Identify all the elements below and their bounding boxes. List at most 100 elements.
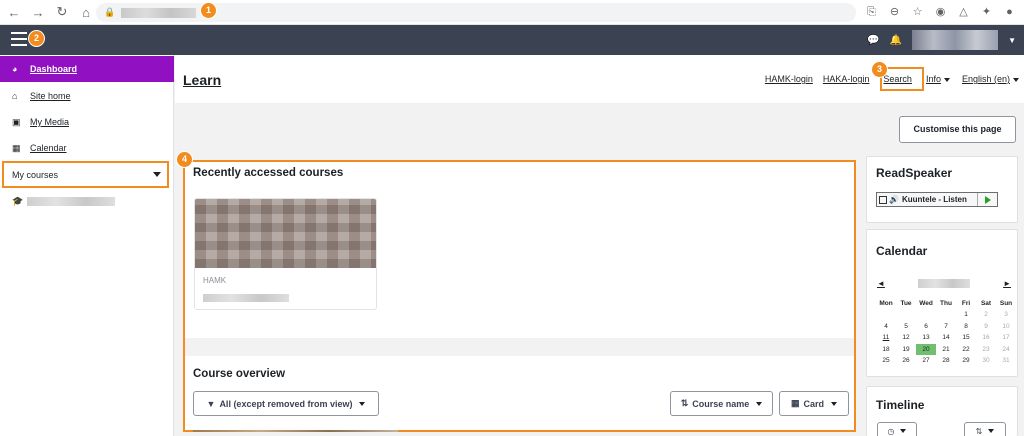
calendar-day-today[interactable]: 20 [916, 343, 936, 355]
course-category: HAMK [203, 276, 227, 285]
info-link[interactable]: Info [926, 74, 941, 84]
user-menu-redacted[interactable] [912, 30, 999, 50]
course-name-redacted[interactable] [203, 294, 289, 302]
calendar-day[interactable]: 23 [976, 344, 996, 356]
info-menu[interactable]: Info [926, 74, 950, 84]
page-title[interactable]: Learn [183, 72, 221, 88]
hamburger-menu-icon[interactable] [11, 32, 27, 46]
play-button[interactable] [977, 193, 997, 206]
calendar-day[interactable]: 17 [996, 332, 1016, 344]
sort-dropdown[interactable]: ⇅ Course name [670, 391, 773, 416]
weekday-header: Tue [900, 300, 912, 307]
course-image [195, 199, 376, 268]
extension-icon[interactable]: ◉ [932, 4, 949, 21]
bookmark-star-icon[interactable]: ☆ [909, 4, 926, 21]
calendar-day[interactable]: 25 [876, 355, 896, 367]
caret-down-icon [900, 429, 907, 433]
calendar-day[interactable]: 28 [936, 355, 956, 367]
drawer-item-dashboard[interactable]: ◕ Dashboard [0, 56, 174, 82]
calendar-day[interactable]: 22 [956, 344, 976, 356]
calendar-day[interactable]: 30 [976, 355, 996, 367]
stop-icon [879, 195, 887, 204]
calendar-day[interactable]: 10 [996, 321, 1016, 333]
zoom-icon[interactable]: ⊖ [886, 4, 903, 21]
next-month-button[interactable]: ► [1003, 279, 1011, 288]
drawer-item-label: Dashboard [30, 64, 78, 74]
timeline-sort-dropdown[interactable]: ⇅ [964, 422, 1006, 436]
calendar-day[interactable]: 7 [936, 321, 956, 333]
bell-icon[interactable]: 🔔 [890, 35, 902, 46]
calendar-day[interactable]: 3 [996, 309, 1016, 321]
message-icon[interactable]: 💬 [867, 35, 879, 46]
calendar-day[interactable]: 9 [976, 321, 996, 333]
calendar-day[interactable]: 26 [896, 355, 916, 367]
top-navbar: 💬 🔔 ▼ [0, 25, 1024, 55]
haka-login-link[interactable]: HAKA-login [823, 74, 870, 84]
readspeaker-title: ReadSpeaker [876, 166, 953, 180]
calendar-day [876, 309, 896, 321]
calendar-day[interactable]: 18 [876, 344, 896, 356]
calendar-day [916, 309, 936, 321]
calendar-icon: ▦ [12, 142, 21, 153]
prev-month-button[interactable]: ◄ [877, 279, 885, 288]
calendar-day[interactable]: 5 [896, 321, 916, 333]
media-icon: ▣ [12, 116, 21, 127]
listen-button[interactable]: 🔊 Kuuntele - Listen [876, 192, 998, 207]
drawer-item-site-home[interactable]: ⌂ Site home [0, 83, 174, 109]
home-icon[interactable]: ⌂ [76, 5, 96, 20]
drawer-item-calendar[interactable]: ▦ Calendar [0, 135, 174, 161]
forward-arrow-icon[interactable]: → [28, 5, 48, 20]
calendar-day[interactable]: 13 [916, 332, 936, 344]
view-dropdown[interactable]: ▦ Card [779, 391, 849, 416]
translate-icon[interactable]: ⎘ [863, 4, 880, 21]
caret-down-icon [988, 429, 995, 433]
calendar-day[interactable]: 19 [896, 344, 916, 356]
filter-dropdown[interactable]: ▼ All (except removed from view) [193, 391, 379, 416]
calendar-day[interactable]: 6 [916, 321, 936, 333]
drawer-course-item[interactable]: 🎓 [12, 196, 116, 207]
calendar-nav: ◄ ► [877, 279, 1011, 288]
calendar-day[interactable]: 4 [876, 321, 896, 333]
drive-icon[interactable]: △ [955, 4, 972, 21]
caret-down-icon [943, 77, 950, 82]
calendar-day[interactable]: 2 [976, 309, 996, 321]
back-arrow-icon[interactable]: ← [4, 5, 24, 20]
step-badge-4: 4 [177, 152, 192, 167]
calendar-day[interactable]: 8 [956, 321, 976, 333]
calendar-day[interactable]: 21 [936, 344, 956, 356]
calendar-day[interactable]: 16 [976, 332, 996, 344]
drawer-item-my-media[interactable]: ▣ My Media [0, 109, 174, 135]
filter-label: All (except removed from view) [219, 398, 353, 409]
calendar-grid: Mon Tue Wed Thu Fri Sat Sun 1 2 3 4 5 6 … [876, 298, 1016, 367]
timeline-title: Timeline [876, 398, 925, 412]
language-link[interactable]: English (en) [962, 74, 1010, 84]
weekday-header: Wed [919, 300, 933, 307]
calendar-day[interactable]: 24 [996, 344, 1016, 356]
puzzle-icon[interactable]: ✦ [978, 4, 995, 21]
calendar-day[interactable]: 29 [956, 355, 976, 367]
calendar-day[interactable]: 14 [936, 332, 956, 344]
calendar-day[interactable]: 15 [956, 332, 976, 344]
course-card[interactable]: HAMK [194, 198, 377, 310]
timeline-filter-dropdown[interactable]: ◷ [877, 422, 917, 436]
calendar-day[interactable]: 31 [996, 355, 1016, 367]
url-text-redacted [121, 7, 197, 18]
calendar-day[interactable]: 1 [956, 309, 976, 321]
browser-actions: ⎘ ⊖ ☆ ◉ △ ✦ ● [863, 4, 1018, 21]
customise-page-button[interactable]: Customise this page [899, 116, 1016, 143]
my-courses-toggle[interactable]: My courses [2, 161, 169, 188]
sort-label: Course name [692, 398, 750, 409]
calendar-day[interactable]: 27 [916, 355, 936, 367]
profile-icon[interactable]: ● [1001, 4, 1018, 21]
language-menu[interactable]: English (en) [962, 74, 1019, 84]
section-divider [185, 338, 854, 356]
grid-icon: ▦ [790, 398, 800, 408]
chevron-down-icon[interactable]: ▼ [1008, 36, 1016, 45]
reload-icon[interactable]: ↻ [52, 4, 72, 20]
caret-down-icon [153, 172, 161, 177]
calendar-day-event[interactable]: 11 [876, 332, 896, 344]
hamk-login-link[interactable]: HAMK-login [765, 74, 813, 84]
calendar-day[interactable]: 12 [896, 332, 916, 344]
weekday-header: Sat [980, 300, 992, 307]
home-icon: ⌂ [12, 91, 18, 101]
